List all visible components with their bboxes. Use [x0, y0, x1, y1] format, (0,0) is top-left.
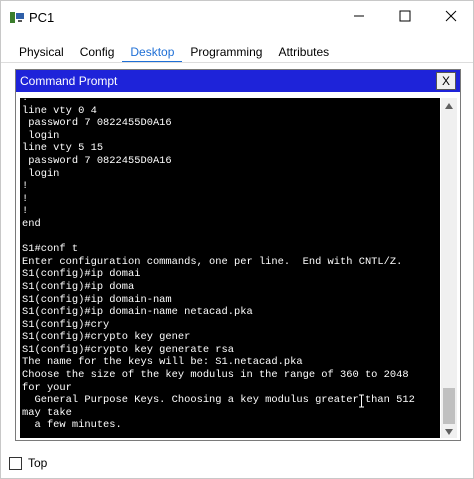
maximize-icon [399, 9, 411, 27]
terminal-line: ! [22, 180, 29, 193]
terminal-line: password 7 0822455D0A16 [22, 117, 172, 130]
scroll-up-button[interactable] [441, 98, 457, 112]
top-label: Top [28, 456, 48, 470]
terminal-line: for your [22, 381, 72, 394]
terminal-line: line vty 0 4 [22, 104, 97, 117]
tab-physical[interactable]: Physical [11, 43, 72, 63]
terminal-line: Enter configuration commands, one per li… [22, 255, 403, 268]
tab-programming[interactable]: Programming [182, 43, 270, 63]
minimize-icon [353, 9, 365, 27]
terminal-output[interactable]: ! line vty 0 4 password 7 0822455D0A16 lo… [20, 98, 440, 438]
terminal-line: end [22, 217, 41, 230]
command-prompt-close-button[interactable]: X [436, 72, 456, 90]
tab-desktop[interactable]: Desktop [122, 43, 183, 63]
terminal-scrollbar[interactable] [441, 98, 457, 438]
top-checkbox[interactable] [9, 456, 22, 470]
tab-config[interactable]: Config [72, 43, 123, 63]
terminal-line: S1(config)#ip domai [22, 268, 141, 281]
terminal-line: Choose the size of the key modulus in th… [22, 369, 409, 382]
window-title: PC1 [29, 10, 55, 25]
top-option[interactable]: Top [9, 456, 47, 470]
arrow-down-icon [445, 422, 453, 440]
terminal-line: ! [22, 98, 29, 104]
terminal-line: login [22, 167, 60, 180]
minimize-button[interactable] [339, 1, 379, 35]
terminal-line: password 7 0822455D0A16 [22, 154, 172, 167]
terminal-line: may take [22, 406, 72, 419]
close-icon [445, 9, 457, 27]
command-prompt-panel: Command Prompt X ! line vty 0 4 password … [15, 69, 461, 441]
close-button[interactable] [431, 1, 471, 35]
maximize-button[interactable] [385, 1, 425, 35]
pc1-window: PC1 Physical Config Desktop Programming … [0, 0, 474, 479]
terminal-line: S1(config)#ip domain-name netacad.pka [22, 306, 253, 319]
terminal-line: ! [22, 205, 29, 218]
scroll-down-button[interactable] [441, 424, 457, 438]
title-bar: PC1 [1, 1, 473, 35]
text-cursor-icon [358, 394, 365, 408]
terminal-line: General Purpose Keys. Choosing a key mod… [22, 394, 415, 407]
terminal-line: The name for the keys will be: S1.netaca… [22, 356, 303, 369]
terminal-line: S1(config)#ip domain-nam [22, 293, 172, 306]
tab-bar: Physical Config Desktop Programming Attr… [11, 43, 337, 63]
terminal-line: a few minutes. [22, 419, 122, 432]
command-prompt-header: Command Prompt X [16, 70, 460, 92]
tab-divider [1, 62, 473, 63]
arrow-up-icon [445, 96, 453, 114]
terminal-text: ! line vty 0 4 password 7 0822455D0A16 lo… [22, 98, 438, 438]
tab-attributes[interactable]: Attributes [270, 43, 337, 63]
scroll-thumb[interactable] [443, 388, 455, 424]
terminal-line: S1(config)#cry [22, 318, 110, 331]
terminal-line: line vty 5 15 [22, 142, 104, 155]
terminal-line: S1(config)#crypto key generate rsa [22, 343, 235, 356]
terminal-line: login [22, 129, 60, 142]
command-prompt-title: Command Prompt [20, 74, 118, 88]
pc-app-icon [9, 10, 25, 26]
terminal-line: S1(config)#ip doma [22, 280, 135, 293]
terminal-line: S1#conf t [22, 243, 79, 256]
terminal-line: S1(config)#crypto key gener [22, 331, 191, 344]
terminal-line: ! [22, 192, 29, 205]
